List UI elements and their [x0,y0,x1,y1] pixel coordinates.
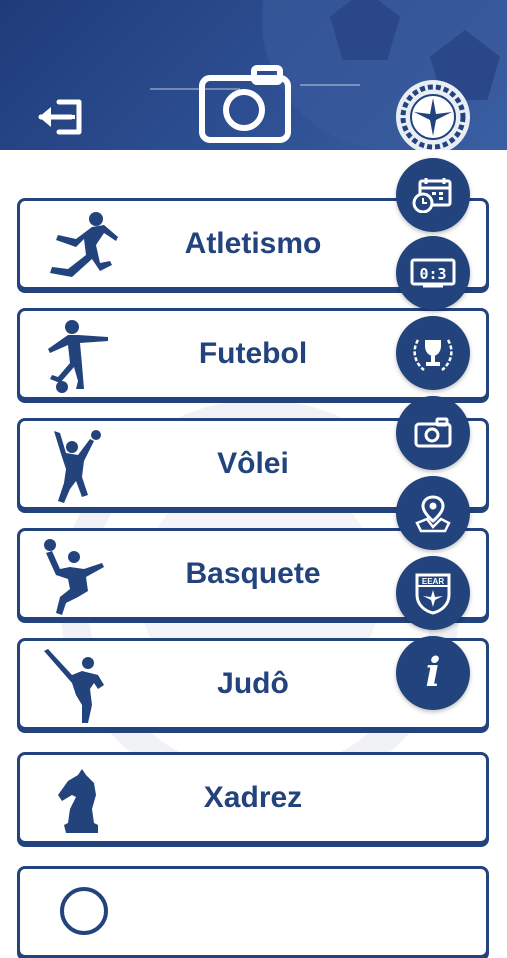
sport-item-xadrez[interactable]: Xadrez [17,752,489,844]
map-location-icon [415,495,451,533]
fab-scoreboard-button[interactable]: 0:3 [396,236,470,310]
sport-label: Judô [217,667,289,700]
fab-info-button[interactable]: i [396,636,470,710]
camera-header-button[interactable] [198,64,294,144]
basketball-player-icon [44,539,104,615]
fab-eear-button[interactable]: EEAR [396,556,470,630]
fab-map-button[interactable] [396,476,470,550]
scoreboard-icon: 0:3 [410,258,456,288]
partial-item-icon [60,887,108,935]
sport-label: Xadrez [203,781,303,814]
scoreboard-text: 0:3 [419,265,446,283]
fab-camera-button[interactable] [396,396,470,470]
header-ball-patch [330,0,400,60]
judo-kick-icon [44,649,104,723]
eear-logo [396,80,470,150]
eear-shield-icon: EEAR [415,573,451,615]
soccer-player-icon [48,320,108,393]
info-icon: i [425,649,441,696]
chess-knight-icon [58,769,98,833]
sport-label: Vôlei [217,447,289,480]
header-streak [300,84,360,86]
camera-icon [414,417,452,448]
sport-label: Futebol [198,337,308,370]
back-button[interactable] [30,94,90,140]
trophy-laurel-icon [413,339,453,371]
eear-emblem-icon [400,84,466,150]
sport-label: Atletismo [184,227,322,260]
runner-icon [50,212,118,277]
calendar-clock-icon [412,178,452,213]
fab-calendar-button[interactable] [396,158,470,232]
sport-label: Basquete [185,557,321,590]
sport-label [130,869,376,955]
back-icon [38,99,82,135]
camera-icon [199,65,291,143]
volleyball-player-icon [54,430,101,503]
sport-item-partial[interactable] [17,866,489,958]
fab-trophy-button[interactable] [396,316,470,390]
header-bar [0,0,507,150]
eear-shield-text: EEAR [422,577,444,586]
